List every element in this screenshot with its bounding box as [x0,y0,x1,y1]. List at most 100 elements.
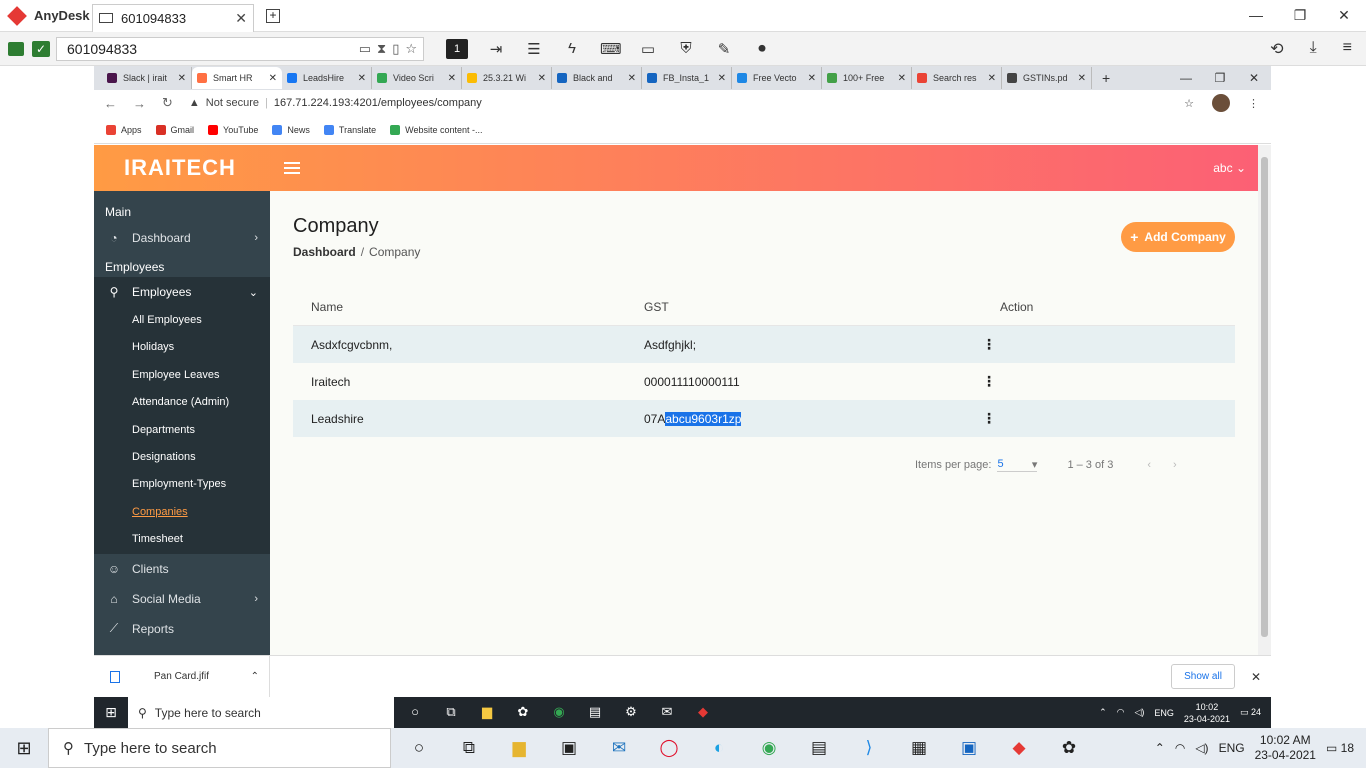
edge-icon[interactable]: ◐ [707,736,731,760]
new-tab-icon[interactable]: + [266,8,280,23]
sidebar-item-clients[interactable]: ☺ Clients [94,554,270,584]
chrome-icon[interactable]: ◉ [757,736,781,760]
local-search-box[interactable]: ⚲ Type here to search [48,728,391,768]
bookmark-item[interactable]: News [272,124,310,135]
shield-icon[interactable]: ⛨ [676,40,696,57]
remote-search-box[interactable]: ⚲ Type here to search [128,697,394,728]
cortana-icon[interactable]: ○ [406,704,424,722]
sidebar-subitem-all-employees[interactable]: All Employees [94,307,270,334]
browser-tab[interactable]: LeadsHire ✕ [282,67,372,89]
wifi-icon[interactable]: ◠ [1175,741,1185,755]
actions-icon[interactable]: ϟ [562,40,582,57]
back-icon[interactable]: ← [104,96,117,111]
download-icon[interactable]: ⤓ [1310,39,1317,59]
notification-icon[interactable]: ▭ 24 [1240,707,1261,718]
sidebar-item-reports[interactable]: ⟋ Reports [94,614,270,644]
profile-avatar[interactable] [1212,94,1230,112]
anydesk-icon[interactable]: ◆ [1007,736,1031,760]
remote-desktop-icon[interactable]: ▣ [957,736,981,760]
anydesk-icon[interactable]: ◆ [694,704,712,722]
notification-icon[interactable]: ▭ 18 [1326,741,1354,755]
show-all-button[interactable]: Show all [1171,664,1235,689]
reload-icon[interactable]: ↻ [162,95,173,111]
notepad-icon[interactable]: ▤ [807,736,831,760]
browser-tab[interactable]: 25.3.21 Wi ✕ [462,67,552,89]
display-icon[interactable]: ▭ [638,40,658,58]
vscode-icon[interactable]: ⟩ [857,736,881,760]
keyboard-icon[interactable]: ⌨ [600,40,622,58]
tray-chevron-icon[interactable]: ⌃ [1155,741,1165,755]
history-icon[interactable]: ⟲ [1270,39,1283,59]
sidebar-subitem-employment-types[interactable]: Employment-Types [94,471,270,498]
maximize-icon[interactable]: ❐ [1278,7,1322,24]
add-company-button[interactable]: + Add Company [1121,222,1235,252]
sidebar-subitem-employee-leaves[interactable]: Employee Leaves [94,362,270,389]
close-icon[interactable]: ✕ [1322,7,1366,24]
task-view-icon[interactable]: ⧉ [457,736,481,760]
tab-close-icon[interactable]: ✕ [808,73,816,84]
browser-tab[interactable]: GSTINs.pd ✕ [1002,67,1092,89]
task-view-icon[interactable]: ⧉ [442,704,460,722]
anydesk-address-field[interactable]: 601094833 ▭ ⧗ ▯ ☆ [56,36,424,61]
sidebar-item-employees[interactable]: ⚲ Employees ⌄ [94,277,270,307]
row-actions-icon[interactable]: ⋮ [982,336,1235,353]
sidebar-subitem-holidays[interactable]: Holidays [94,334,270,361]
bookmark-item[interactable]: YouTube [208,124,258,135]
bookmark-item[interactable]: Translate [323,124,376,135]
tab-close-icon[interactable]: ✕ [718,73,726,84]
mail-icon[interactable]: ✉ [607,736,631,760]
remote-clock[interactable]: 10:02 23-04-2021 [1184,701,1230,725]
paint-icon[interactable]: ✿ [514,704,532,722]
page-scrollbar[interactable] [1258,145,1271,655]
hamburger-menu-icon[interactable] [284,159,300,177]
volume-icon[interactable]: ◁) [1134,707,1144,718]
bookmark-item[interactable]: Website content -... [390,124,482,135]
sidebar-item-dashboard[interactable]: ◔ Dashboard › [94,223,270,253]
sidebar-subitem-departments[interactable]: Departments [94,417,270,444]
browser-menu-icon[interactable]: ⋮ [1248,97,1259,110]
row-actions-icon[interactable]: ⋮ [982,410,1235,427]
user-menu[interactable]: abc ⌄ [1213,161,1246,175]
file-explorer-icon[interactable]: ▆ [507,736,531,760]
tab-close-icon[interactable]: ✕ [1078,73,1086,84]
scrollbar-thumb[interactable] [1261,157,1268,637]
opera-icon[interactable]: ◯ [657,736,681,760]
hourglass-icon[interactable]: ⧗ [377,41,386,57]
close-downloads-icon[interactable]: ✕ [1251,670,1261,684]
browser-tab[interactable]: Video Scri ✕ [372,67,462,89]
tab-close-icon[interactable]: ✕ [898,73,906,84]
sidebar-subitem-attendance-admin[interactable]: Attendance (Admin) [94,389,270,416]
windows-start-icon[interactable]: ⊞ [0,738,48,759]
store-icon[interactable]: ▣ [557,736,581,760]
volume-icon[interactable]: ◁) [1195,741,1208,755]
app-logo[interactable]: IRAITECH [124,155,284,181]
bookmark-item[interactable]: Gmail [155,124,194,135]
breadcrumb-dashboard[interactable]: Dashboard [293,245,356,259]
sidebar-subitem-designations[interactable]: Designations [94,444,270,471]
tab-close-icon[interactable]: ✕ [448,73,456,84]
monitor-off-icon[interactable]: ▭ [359,41,371,57]
chat-icon[interactable]: ☰ [524,40,544,58]
url-field[interactable]: 167.71.224.193:4201/employees/company [274,97,482,109]
settings-icon[interactable]: ⚙ [622,704,640,722]
browser-tab[interactable]: Slack | irait ✕ [102,67,192,89]
sidebar-item-social-media[interactable]: ⌂ Social Media › [94,584,270,614]
language-indicator[interactable]: ENG [1154,708,1174,718]
row-actions-icon[interactable]: ⋮ [982,373,1235,390]
browser-close-icon[interactable]: ✕ [1237,71,1271,85]
browser-tab[interactable]: Smart HR ✕ [192,67,282,89]
minimize-icon[interactable]: — [1234,7,1278,24]
browser-minimize-icon[interactable]: — [1169,71,1203,85]
prev-page-icon[interactable]: ‹ [1147,459,1173,471]
next-page-icon[interactable]: › [1173,459,1199,471]
paint-icon[interactable]: ✿ [1057,736,1081,760]
tray-chevron-icon[interactable]: ⌃ [1099,707,1107,718]
language-indicator[interactable]: ENG [1219,741,1245,755]
draw-icon[interactable]: ✎ [714,40,734,58]
chrome-icon[interactable]: ◉ [550,704,568,722]
browser-tab[interactable]: Black and ✕ [552,67,642,89]
header-name[interactable]: Name [293,300,626,314]
chevron-up-icon[interactable]: ⌃ [251,671,259,682]
transfer-icon[interactable]: ⇥ [486,40,506,58]
browser-restore-icon[interactable]: ❐ [1203,71,1237,85]
